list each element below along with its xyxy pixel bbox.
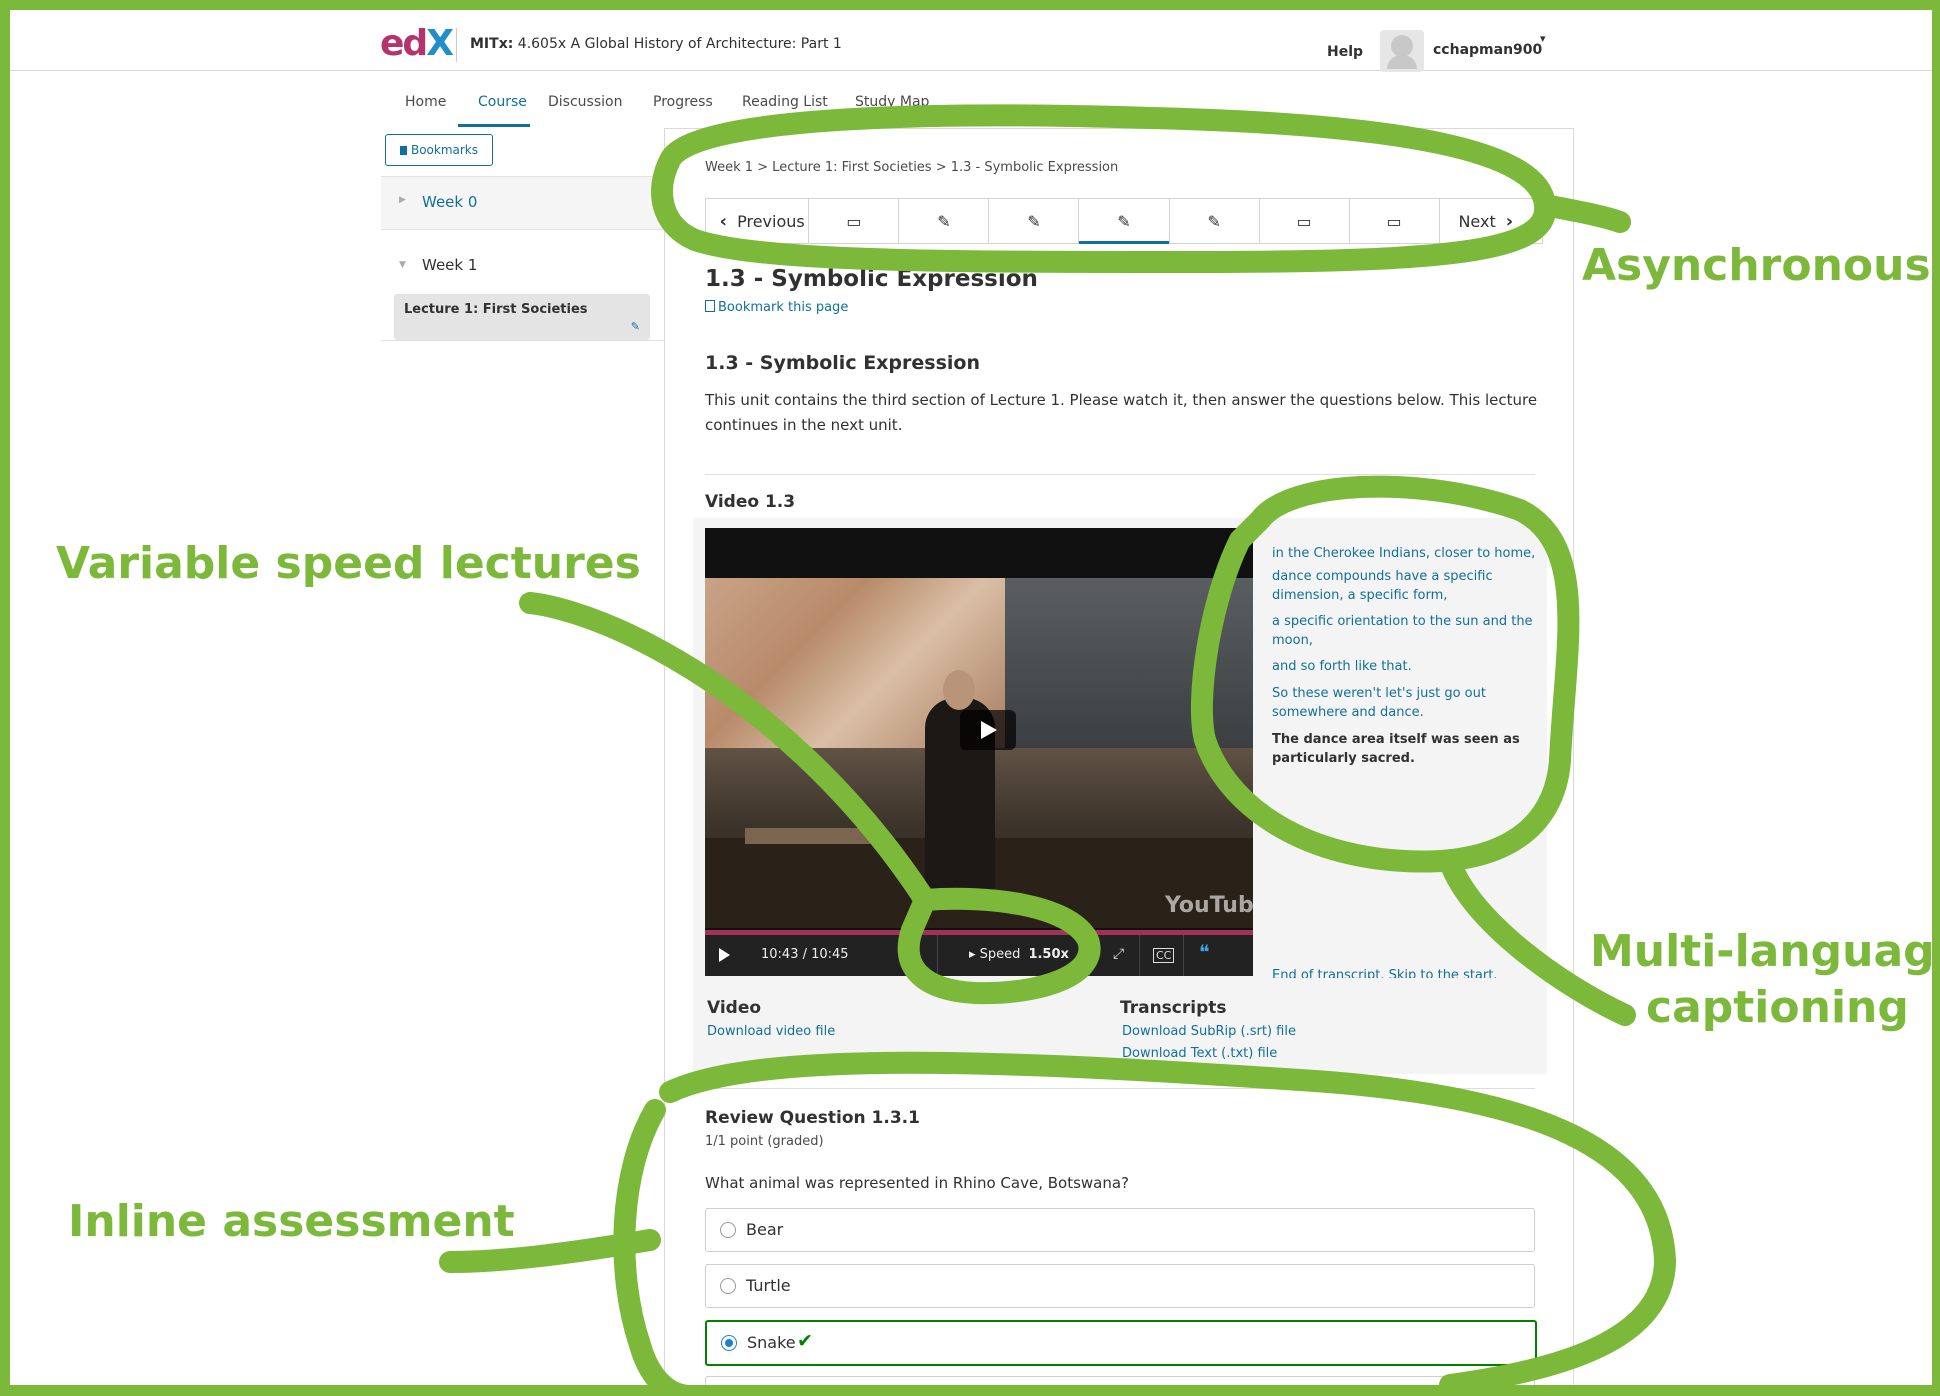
edit-icon: ✎ xyxy=(1207,211,1221,231)
annotation-asynchronous: Asynchronous xyxy=(1582,240,1931,291)
seq-item-3[interactable]: ✎ xyxy=(989,199,1080,243)
tab-discussion[interactable]: Discussion xyxy=(548,94,622,110)
edit-icon: ✎ xyxy=(1027,211,1041,231)
bookmark-page-link[interactable]: Bookmark this page xyxy=(705,300,848,315)
annotation-inline-assessment: Inline assessment xyxy=(68,1196,515,1247)
answer-label: Bear xyxy=(746,1220,784,1239)
question-title: Review Question 1.3.1 xyxy=(705,1108,920,1128)
video-transcript: in the Cherokee Indians, closer to home,… xyxy=(1272,514,1542,978)
user-menu-caret-icon[interactable]: ▾ xyxy=(1540,32,1546,45)
sidebar-item-lecture-1[interactable]: Lecture 1: First Societies ✎ xyxy=(394,294,650,340)
bookmark-icon xyxy=(705,300,715,312)
annotation-variable-speed: Variable speed lectures xyxy=(56,538,641,589)
course-name: 4.605x A Global History of Architecture:… xyxy=(517,36,842,52)
course-org: MITx: xyxy=(470,36,514,52)
course-title: MITx: 4.605x A Global History of Archite… xyxy=(470,36,842,52)
answer-option-turtle[interactable]: Turtle xyxy=(705,1264,1535,1308)
edx-course-page: edX MITx: 4.605x A Global History of Arc… xyxy=(10,10,1932,1385)
active-tab-indicator xyxy=(458,124,530,127)
edit-icon: ✎ xyxy=(937,211,951,231)
page-title: 1.3 - Symbolic Expression xyxy=(705,266,1038,292)
answer-label: Turtle xyxy=(746,1276,791,1295)
radio-button[interactable] xyxy=(720,1278,736,1294)
seq-item-4[interactable]: ✎ xyxy=(1079,199,1170,244)
radio-button[interactable] xyxy=(720,1222,736,1238)
sidebar-item-label: Week 0 xyxy=(422,193,478,211)
collapse-arrow-icon: ▼ xyxy=(399,260,406,270)
youtube-watermark: YouTube xyxy=(1165,893,1253,918)
tab-study-map[interactable]: Study Map xyxy=(855,94,929,110)
next-button[interactable]: Next › xyxy=(1440,199,1542,243)
transcript-line[interactable]: dance compounds have a specific dimensio… xyxy=(1272,567,1542,605)
radio-button-selected[interactable] xyxy=(721,1335,737,1351)
seq-item-5[interactable]: ✎ xyxy=(1170,199,1260,243)
tab-progress[interactable]: Progress xyxy=(653,94,713,110)
edit-icon: ✎ xyxy=(630,320,640,333)
expand-arrow-icon: ▶ xyxy=(399,195,406,205)
help-link[interactable]: Help xyxy=(1327,44,1363,60)
section-title: 1.3 - Symbolic Expression xyxy=(705,352,980,374)
play-overlay-button[interactable] xyxy=(960,710,1016,750)
chevron-right-icon: › xyxy=(1505,210,1514,232)
transcript-line-current[interactable]: The dance area itself was seen as partic… xyxy=(1272,730,1542,768)
unit-description: This unit contains the third section of … xyxy=(705,391,1538,434)
question-text: What animal was represented in Rhino Cav… xyxy=(705,1174,1130,1192)
video-heading: Video 1.3 xyxy=(705,492,796,512)
transcript-line[interactable]: in the Cherokee Indians, closer to home, xyxy=(1272,544,1542,563)
edit-icon: ✎ xyxy=(1117,211,1131,231)
video-controls: 10:43 / 10:45 ▸ Speed 1.50x ⤢ CC ❝ xyxy=(705,935,1253,976)
transcripts-heading: Transcripts xyxy=(1120,998,1227,1018)
video-frame: YouTube xyxy=(705,578,1253,928)
header-divider xyxy=(456,28,457,62)
seq-item-2[interactable]: ✎ xyxy=(899,199,990,243)
tab-reading-list[interactable]: Reading List xyxy=(742,94,828,110)
chevron-left-icon: ‹ xyxy=(719,210,728,232)
top-header: edX MITx: 4.605x A Global History of Arc… xyxy=(10,10,1932,72)
seq-item-6[interactable]: ▭ xyxy=(1260,199,1350,243)
book-icon: ▭ xyxy=(1386,211,1402,231)
download-video-link[interactable]: Download video file xyxy=(707,1024,835,1039)
tab-home[interactable]: Home xyxy=(405,94,446,110)
previous-button[interactable]: ‹ Previous xyxy=(706,199,810,243)
sequence-navigation: ‹ Previous ▭ ✎ ✎ ✎ ✎ ▭ ▭ Next › xyxy=(705,198,1543,244)
closed-captions-icon[interactable]: CC xyxy=(1153,948,1175,963)
divider xyxy=(705,1088,1535,1089)
question-points: 1/1 point (graded) xyxy=(705,1134,824,1149)
download-srt-link[interactable]: Download SubRip (.srt) file xyxy=(1122,1024,1296,1039)
annotation-captioning: captioning xyxy=(1646,982,1909,1033)
bookmarks-button[interactable]: Bookmarks xyxy=(385,134,493,166)
divider xyxy=(705,474,1535,475)
transcript-footer-link[interactable]: End of transcript. Skip to the start. xyxy=(1272,966,1542,978)
video-time: 10:43 / 10:45 xyxy=(761,947,849,962)
answer-option-snake[interactable]: Snake ✔ xyxy=(705,1320,1537,1366)
play-icon[interactable] xyxy=(719,948,730,962)
transcript-toggle-icon[interactable]: ❝ xyxy=(1199,940,1210,964)
username[interactable]: cchapman900 xyxy=(1433,42,1542,58)
transcript-line[interactable]: and so forth like that. xyxy=(1272,657,1542,676)
correct-check-icon: ✔ xyxy=(797,1330,813,1352)
edx-logo[interactable]: edX xyxy=(380,24,454,64)
sidebar-item-week-0[interactable]: ▶ Week 0 xyxy=(381,176,664,230)
bookmark-icon xyxy=(399,146,407,155)
fullscreen-icon[interactable]: ⤢ xyxy=(1113,946,1124,962)
seq-item-1[interactable]: ▭ xyxy=(809,199,900,243)
answer-label: Snake xyxy=(747,1333,796,1352)
breadcrumb[interactable]: Week 1 > Lecture 1: First Societies > 1.… xyxy=(705,160,1118,175)
transcript-line[interactable]: So these weren't let's just go out somew… xyxy=(1272,684,1542,722)
tab-course[interactable]: Course xyxy=(478,94,527,110)
sidebar-item-label: Lecture 1: First Societies xyxy=(404,302,588,317)
book-icon: ▭ xyxy=(1296,211,1312,231)
speed-control[interactable]: ▸ Speed 1.50x xyxy=(969,947,1069,962)
avatar[interactable] xyxy=(1380,30,1424,72)
answer-option-bear[interactable]: Bear xyxy=(705,1208,1535,1252)
video-player[interactable]: YouTube 10:43 / 10:45 ▸ Speed1.50x ⤢ CC … xyxy=(705,528,1253,976)
book-icon: ▭ xyxy=(846,211,862,231)
download-txt-link[interactable]: Download Text (.txt) file xyxy=(1122,1046,1277,1061)
answer-option-partial[interactable] xyxy=(705,1376,1535,1385)
sidebar-item-label: Week 1 xyxy=(422,256,478,274)
annotation-multi-language: Multi-language xyxy=(1590,926,1940,977)
transcript-line[interactable]: a specific orientation to the sun and th… xyxy=(1272,612,1542,650)
seq-item-7[interactable]: ▭ xyxy=(1350,199,1440,243)
download-video-heading: Video xyxy=(707,998,762,1018)
